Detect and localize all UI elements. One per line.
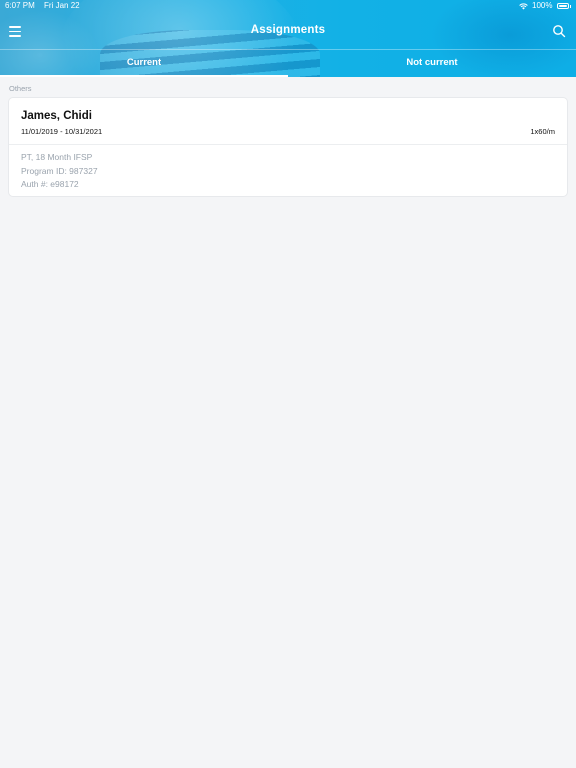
assignment-dates: 11/01/2019 - 10/31/2021 [21, 127, 103, 136]
battery-icon [556, 3, 569, 9]
card-divider [9, 144, 567, 145]
search-icon[interactable] [552, 24, 566, 38]
status-time: 6:07 PM [5, 1, 35, 10]
assignment-card[interactable]: James, Chidi 11/01/2019 - 10/31/2021 1x6… [9, 98, 567, 196]
wifi-icon [519, 3, 528, 9]
status-date: Fri Jan 22 [44, 1, 80, 10]
status-bar: 6:07 PM Fri Jan 22 100% [0, 0, 576, 12]
assignment-frequency: 1x60/m [530, 127, 555, 136]
screen: 6:07 PM Fri Jan 22 100% Assignments Curr… [0, 0, 576, 768]
service-type: PT, 18 Month IFSP [21, 152, 93, 162]
client-name: James, Chidi [21, 110, 92, 122]
tab-current[interactable]: Current [0, 50, 288, 77]
navigation-bar: Assignments [0, 14, 576, 50]
battery-percent: 100% [532, 1, 553, 10]
tab-not-current[interactable]: Not current [288, 50, 576, 77]
header: 6:07 PM Fri Jan 22 100% Assignments Curr… [0, 0, 576, 77]
section-label-others: Others [9, 84, 32, 93]
tab-bar: Current Not current [0, 50, 576, 77]
page-title: Assignments [250, 24, 326, 36]
program-id: Program ID: 987327 [21, 166, 98, 176]
auth-number: Auth #: e98172 [21, 179, 79, 189]
